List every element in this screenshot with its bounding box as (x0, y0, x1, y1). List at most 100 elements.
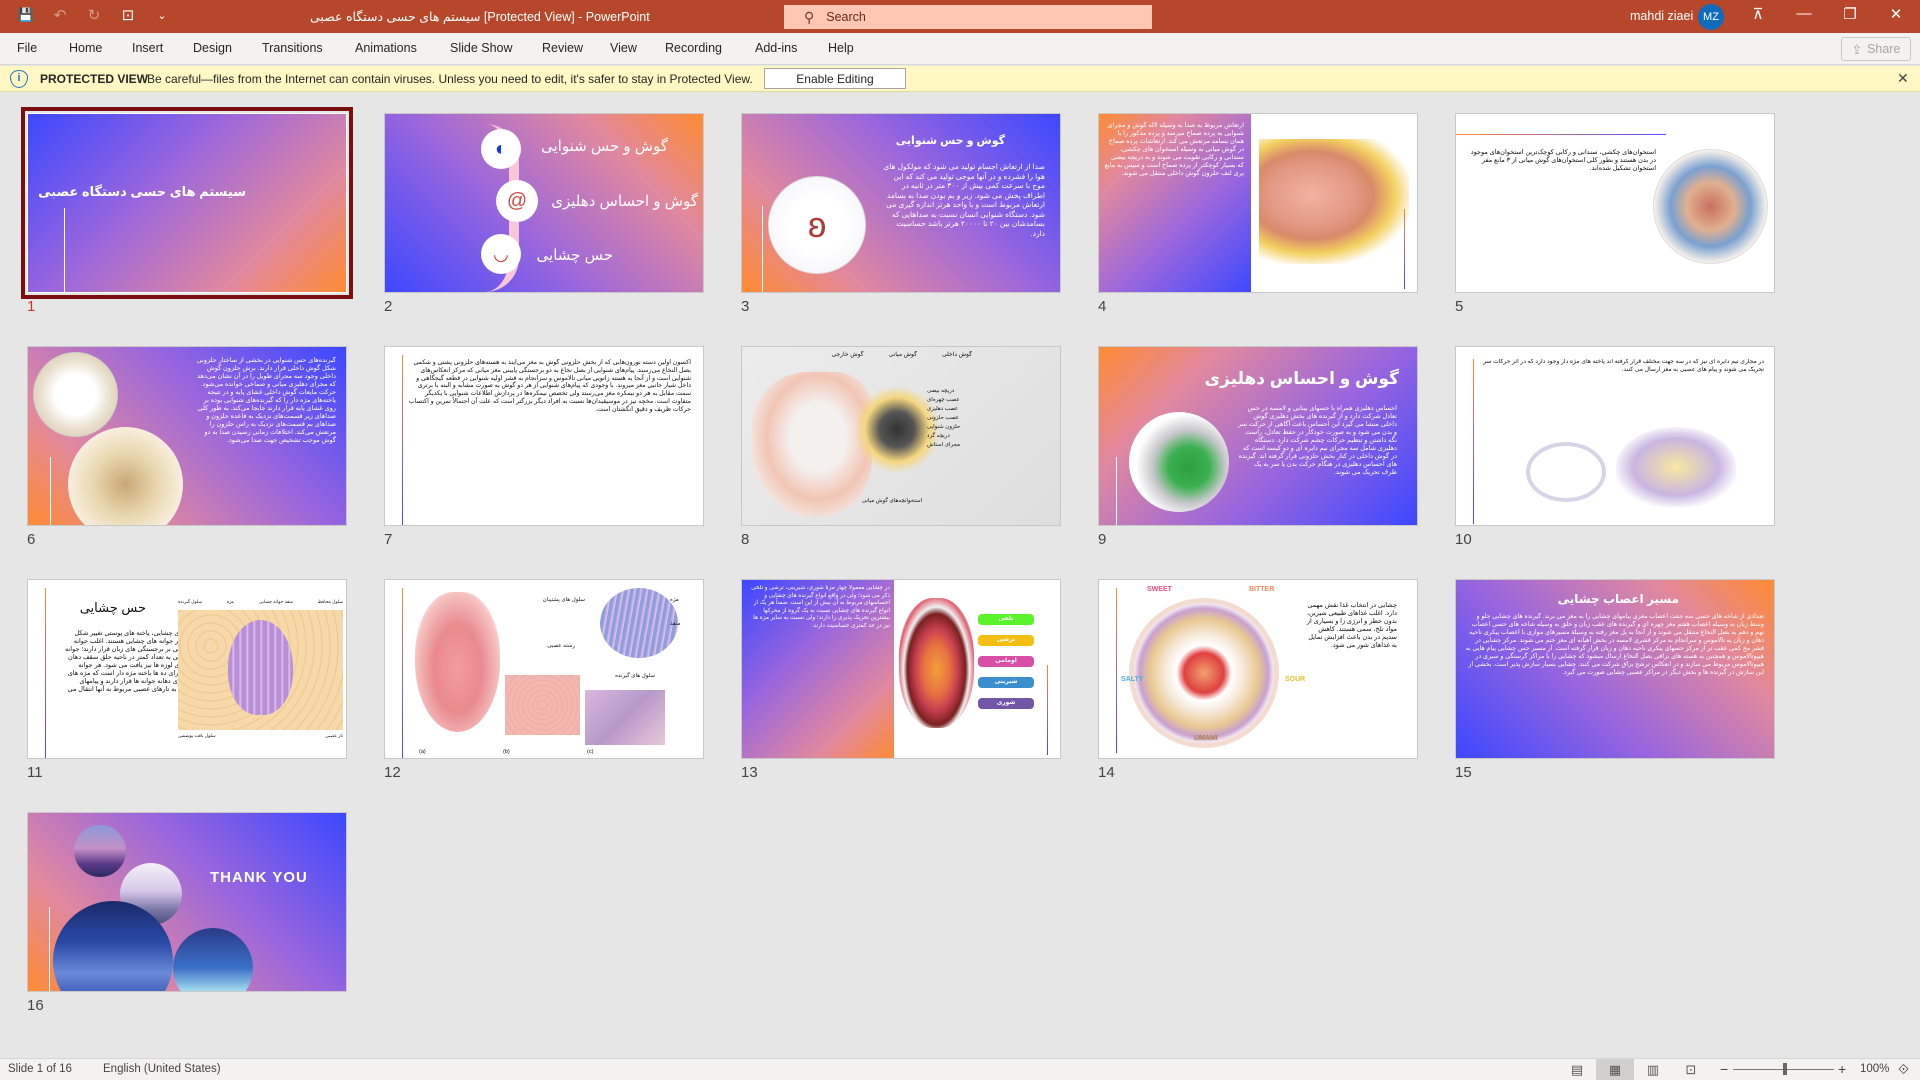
agenda-item-hearing: گوش و حس شنوایی (540, 138, 668, 155)
open-mouth-tongue-image (899, 598, 974, 728)
slide-number: 12 (384, 764, 401, 781)
slide-number: 13 (741, 764, 758, 781)
tab-home[interactable]: Home (69, 41, 102, 55)
mountain-circle-image (173, 928, 253, 991)
taste-label-sweet: شیرینی (978, 677, 1034, 688)
fit-to-window-icon[interactable]: ⟐ (1898, 1061, 1909, 1078)
protected-view-label: PROTECTED VIEW (40, 72, 149, 86)
decorative-line (402, 355, 403, 525)
tab-view[interactable]: View (610, 41, 637, 55)
slide-sorter-view-icon[interactable]: ▦ (1596, 1059, 1634, 1080)
tab-slide-show[interactable]: Slide Show (450, 41, 513, 55)
tab-help[interactable]: Help (828, 41, 854, 55)
label-cochlea: حلزون شنوایی (927, 424, 961, 430)
label-cilia: مژه (670, 597, 679, 603)
enable-editing-button[interactable]: Enable Editing (764, 68, 906, 89)
search-box[interactable]: ⚲ Search (784, 5, 1152, 29)
label-support-cells: سلول های پشتیبان (542, 597, 585, 603)
cupula-image (1616, 427, 1736, 507)
slide-title: THANK YOU (210, 869, 308, 886)
redo-icon[interactable]: ↻ (84, 6, 104, 24)
slide-show-view-icon[interactable]: ⊡ (1672, 1059, 1710, 1080)
zoom-out-button[interactable]: − (1720, 1061, 1728, 1077)
slide-thumbnail-7[interactable]: اکسون اولین دسته نورون‌هایی که از بخش حل… (384, 346, 704, 526)
reading-view-icon[interactable]: ▥ (1634, 1059, 1672, 1080)
slide-thumbnail-16[interactable]: THANK YOU (27, 812, 347, 992)
undo-icon[interactable]: ↶ (50, 6, 70, 24)
save-icon[interactable]: 💾 (16, 7, 36, 23)
taste-label-salty: شوری (978, 698, 1034, 709)
agenda-item-vestibular: گوش و احساس دهلیزی (551, 193, 698, 210)
label-round-window: دریچه گرد (927, 433, 950, 439)
histology-image (585, 690, 665, 745)
cochlea-cross-section-image (33, 352, 118, 437)
tab-transitions[interactable]: Transitions (262, 41, 323, 55)
user-name[interactable]: mahdi ziaei (1630, 9, 1693, 23)
protected-view-bar: i PROTECTED VIEW Be careful—files from t… (0, 66, 1920, 92)
tab-insert[interactable]: Insert (132, 41, 163, 55)
slide-thumbnail-9[interactable]: گوش و احساس دهلیزی احساس دهلیزی همراه با… (1098, 346, 1418, 526)
tab-file[interactable]: File (17, 41, 37, 55)
slide-thumbnail-8[interactable]: گوش داخلی گوش میانی گوش خارجی دریچه بیضی… (741, 346, 1061, 526)
language-indicator[interactable]: English (United States) (103, 1063, 221, 1075)
tab-recording[interactable]: Recording (665, 41, 722, 55)
label-ossicles: استخوانچه‌های گوش میانی (861, 498, 923, 504)
tab-add-ins[interactable]: Add-ins (755, 41, 797, 55)
slide-number: 16 (27, 997, 44, 1014)
agenda-item-taste: حس چشایی (536, 247, 613, 264)
slide-thumbnail-6[interactable]: گیرنده‌های حس شنوایی در بخشی از ساختار ح… (27, 346, 347, 526)
label-facial-nerve: عصب چهره‌ای (927, 397, 960, 403)
slide-number: 6 (27, 531, 36, 548)
user-avatar[interactable]: MZ (1698, 4, 1724, 30)
tab-design[interactable]: Design (193, 41, 232, 55)
tab-animations[interactable]: Animations (355, 41, 417, 55)
slide-number: 14 (1098, 764, 1115, 781)
slide-thumbnail-3[interactable]: گوش و حس شنوایی ʚ صدا از ارتعاش اجسام تو… (741, 113, 1061, 293)
slide-number: 5 (1455, 298, 1464, 315)
slide-thumbnail-2[interactable]: ◐ @ ◡ گوش و حس شنوایی گوش و احساس دهلیزی… (384, 113, 704, 293)
zoom-slider-thumb[interactable] (1783, 1063, 1787, 1075)
slide-title: گوش و حس شنوایی (895, 135, 1005, 147)
slide-thumbnail-4[interactable]: ارتعاش مربوط به صدا به وسیله لاله گوش و … (1098, 113, 1418, 293)
decorative-line (1116, 457, 1117, 525)
tab-review[interactable]: Review (542, 41, 583, 55)
label-cilia: مژه (226, 599, 235, 604)
restore-button[interactable]: ❐ (1830, 5, 1870, 27)
slide-number: 1 (27, 298, 36, 315)
share-button[interactable]: ⇪ Share (1841, 37, 1911, 61)
vestibular-system-image (1129, 412, 1229, 512)
customize-toolbar-icon[interactable]: ⌄ (152, 9, 172, 22)
close-bar-icon[interactable]: ✕ (1897, 70, 1909, 87)
label-a: (a) (419, 749, 426, 755)
mouth-icon: ◡ (481, 234, 521, 274)
label-outer-ear: گوش خارجی (831, 352, 864, 358)
decorative-line (402, 588, 403, 758)
protected-view-message: Be careful—files from the Internet can c… (147, 72, 753, 86)
slide-body: در مجاری نیم دایره ای نیز که در سه جهت م… (1483, 359, 1764, 373)
slide-thumbnail-11[interactable]: حس چشایی گیرنده های چشایی، یاخته های پوس… (27, 579, 347, 759)
wheel-label-umami: UMAMI (1194, 735, 1218, 742)
present-from-start-icon[interactable]: ⊡ (118, 6, 138, 24)
decorative-line (1456, 134, 1666, 135)
zoom-in-button[interactable]: + (1838, 1061, 1846, 1077)
ribbon-display-options-icon[interactable]: ⊼ (1738, 5, 1778, 27)
slide-thumbnail-1[interactable]: سیستم های حسی دستگاه عصبی (21, 107, 353, 299)
wheel-label-sweet: SWEET (1147, 586, 1172, 593)
normal-view-icon[interactable]: ▤ (1558, 1059, 1596, 1080)
zoom-level[interactable]: 100% (1860, 1063, 1889, 1075)
taste-bud-body (228, 620, 293, 715)
close-window-button[interactable]: ✕ (1876, 5, 1916, 27)
slide-thumbnail-13[interactable]: در چشایی معمولاً چهار مزهٔ شوری، شیرینی،… (741, 579, 1061, 759)
slide-thumbnail-14[interactable]: SWEET BITTER SALTY SOUR UMAMI چشایی در ا… (1098, 579, 1418, 759)
decorative-line (45, 588, 46, 758)
slide-thumbnail-5[interactable]: استخوان‌های چکشی، سندانی و رکابی کوچک‌تر… (1455, 113, 1775, 293)
slide-thumbnail-15[interactable]: مسیر اعصاب چشایی تعدادی از شاخه های حسی … (1455, 579, 1775, 759)
slide-body: اکسون اولین دسته نورون‌هایی که از بخش حل… (408, 359, 691, 413)
taste-label-text: شیرینی (994, 679, 1018, 685)
slide-thumbnail-10[interactable]: در مجاری نیم دایره ای نیز که در سه جهت م… (1455, 346, 1775, 526)
slide-thumbnail-12[interactable]: سلول های پشتیبان مژه منفذ رشته عصبی سلول… (384, 579, 704, 759)
slide-body: در چشایی معمولاً چهار مزهٔ شوری، شیرینی،… (751, 585, 890, 629)
minimize-button[interactable]: — (1784, 5, 1824, 27)
taste-bud-image (178, 610, 343, 730)
decorative-line (49, 907, 50, 991)
